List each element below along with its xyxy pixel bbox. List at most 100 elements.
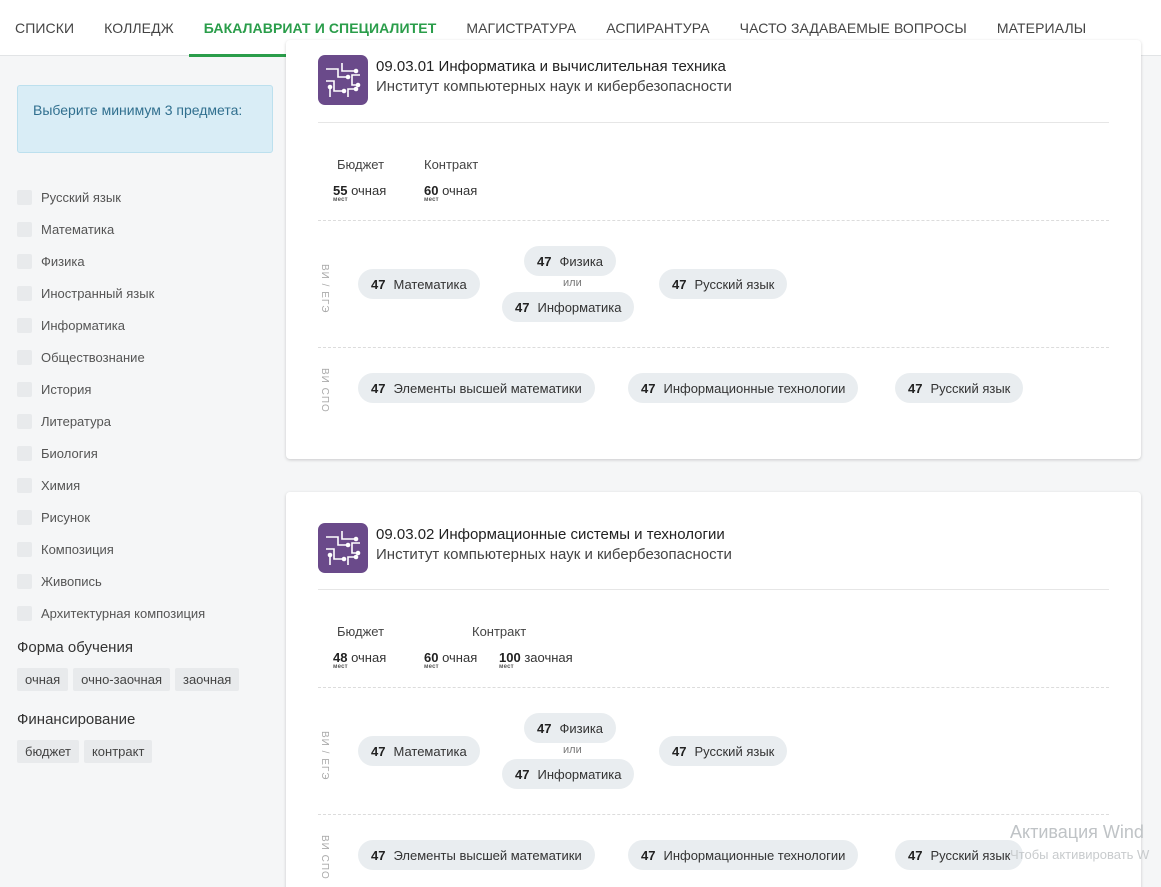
- chip-contract[interactable]: контракт: [83, 740, 153, 763]
- chip-part-time[interactable]: очно-заочная: [73, 668, 170, 691]
- subject-checkbox-composition[interactable]: Композиция: [17, 533, 273, 565]
- places-form: заочная: [524, 650, 573, 665]
- exam-pill-informatics: 47 Информатика: [502, 759, 635, 789]
- program-header: 09.03.02 Информационные системы и технол…: [318, 523, 732, 573]
- divider: [318, 589, 1109, 590]
- exam-name: Физика: [559, 253, 604, 269]
- chip-budget[interactable]: бюджет: [17, 740, 79, 763]
- exam-name: Элементы высшей математики: [393, 847, 582, 863]
- exam-score: 47: [672, 743, 687, 759]
- subject-checkbox-russian[interactable]: Русский язык: [17, 181, 273, 213]
- places-number: 48: [333, 650, 348, 665]
- checkbox-icon[interactable]: [17, 541, 32, 557]
- dashed-divider: [318, 687, 1109, 688]
- places-form: очная: [442, 183, 478, 198]
- program-card: 09.03.01 Информатика и вычислительная те…: [286, 40, 1141, 459]
- exam-name: Математика: [393, 276, 467, 292]
- subject-checkbox-physics[interactable]: Физика: [17, 245, 273, 277]
- places-unit: мест: [424, 664, 439, 670]
- subject-checkbox-biology[interactable]: Биология: [17, 437, 273, 469]
- checkbox-icon[interactable]: [17, 285, 32, 301]
- subject-checkbox-informatics[interactable]: Информатика: [17, 309, 273, 341]
- checkbox-icon[interactable]: [17, 317, 32, 333]
- subject-checkbox-foreign[interactable]: Иностранный язык: [17, 277, 273, 309]
- chip-correspondence[interactable]: заочная: [174, 668, 240, 691]
- subject-checkbox-drawing[interactable]: Рисунок: [17, 501, 273, 533]
- dashed-divider: [318, 814, 1109, 815]
- spo-pill: 47 Русский язык: [895, 373, 1024, 403]
- checkbox-icon[interactable]: [17, 381, 32, 397]
- exam-name: Информационные технологии: [663, 847, 846, 863]
- exam-score: 47: [641, 380, 656, 396]
- spo-vertical-label: ВИ СПО: [319, 835, 330, 880]
- checkbox-icon[interactable]: [17, 605, 32, 621]
- exam-name: Информатика: [537, 766, 622, 782]
- subject-label: История: [41, 381, 92, 397]
- windows-activation-hint: Чтобы активировать W: [1010, 847, 1150, 862]
- tab-college[interactable]: КОЛЛЕДЖ: [89, 0, 189, 56]
- budget-places: 55 очная мест: [333, 183, 386, 203]
- spo-pill: 47 Информационные технологии: [628, 373, 859, 403]
- exam-score: 47: [371, 380, 386, 396]
- exam-score: 47: [371, 276, 386, 292]
- exam-name: Русский язык: [930, 380, 1011, 396]
- divider: [318, 122, 1109, 123]
- checkbox-icon[interactable]: [17, 221, 32, 237]
- subject-label: Химия: [41, 477, 81, 493]
- exam-name: Русский язык: [694, 743, 775, 759]
- subject-checkbox-painting[interactable]: Живопись: [17, 565, 273, 597]
- exam-score: 47: [371, 743, 386, 759]
- checkbox-icon[interactable]: [17, 445, 32, 461]
- exam-score: 47: [371, 847, 386, 863]
- subject-label: Композиция: [41, 541, 114, 557]
- exam-name: Физика: [559, 720, 604, 736]
- places-unit: мест: [499, 664, 514, 670]
- ege-vertical-label: ВИ / ЕГЭ: [319, 264, 330, 314]
- subject-checkbox-history[interactable]: История: [17, 373, 273, 405]
- program-title[interactable]: 09.03.01 Информатика и вычислительная те…: [376, 57, 732, 77]
- institute-name: Институт компьютерных наук и кибербезопа…: [376, 546, 732, 563]
- places-unit: мест: [333, 664, 348, 670]
- places-number: 100: [499, 650, 521, 665]
- spo-pill: 47 Информационные технологии: [628, 840, 859, 870]
- checkbox-icon[interactable]: [17, 189, 32, 205]
- subject-checkbox-social[interactable]: Обществознание: [17, 341, 273, 373]
- program-header: 09.03.01 Информатика и вычислительная те…: [318, 55, 732, 105]
- spo-pill: 47 Элементы высшей математики: [358, 373, 595, 403]
- exam-name: Информатика: [537, 299, 622, 315]
- exam-pill-math: 47 Математика: [358, 736, 480, 766]
- dashed-divider: [318, 220, 1109, 221]
- exam-score: 47: [672, 276, 687, 292]
- subject-label: Физика: [41, 253, 85, 269]
- exam-name: Математика: [393, 743, 467, 759]
- program-title[interactable]: 09.03.02 Информационные системы и технол…: [376, 525, 732, 545]
- exam-score: 47: [537, 720, 552, 736]
- subject-checkbox-literature[interactable]: Литература: [17, 405, 273, 437]
- checkbox-icon[interactable]: [17, 477, 32, 493]
- exam-pill-informatics: 47 Информатика: [502, 292, 635, 322]
- subject-label: Математика: [41, 221, 115, 237]
- windows-activation-watermark: Активация Wind: [1010, 822, 1144, 842]
- contract-label: Контракт: [472, 624, 527, 639]
- contract-places: 60 очная мест: [424, 650, 478, 670]
- checkbox-icon[interactable]: [17, 349, 32, 365]
- tab-lists[interactable]: СПИСКИ: [0, 0, 89, 56]
- exam-score: 47: [515, 299, 530, 315]
- subject-label: Литература: [41, 413, 111, 429]
- checkbox-icon[interactable]: [17, 573, 32, 589]
- subject-checkbox-chemistry[interactable]: Химия: [17, 469, 273, 501]
- exam-pill-russian: 47 Русский язык: [659, 736, 788, 766]
- places-form: очная: [442, 650, 478, 665]
- institute-logo-icon: [318, 523, 368, 573]
- checkbox-icon[interactable]: [17, 253, 32, 269]
- chip-full-time[interactable]: очная: [17, 668, 69, 691]
- subjects-list: Русский язык Математика Физика Иностранн…: [17, 181, 273, 629]
- subject-checkbox-math[interactable]: Математика: [17, 213, 273, 245]
- subject-checkbox-arch[interactable]: Архитектурная композиция: [17, 597, 273, 629]
- checkbox-icon[interactable]: [17, 509, 32, 525]
- exam-name: Информационные технологии: [663, 380, 846, 396]
- filter-sidebar: Выберите минимум 3 предмета: Русский язы…: [17, 56, 273, 763]
- spo-pill: 47 Русский язык: [895, 840, 1024, 870]
- checkbox-icon[interactable]: [17, 413, 32, 429]
- places-number: 60: [424, 650, 439, 665]
